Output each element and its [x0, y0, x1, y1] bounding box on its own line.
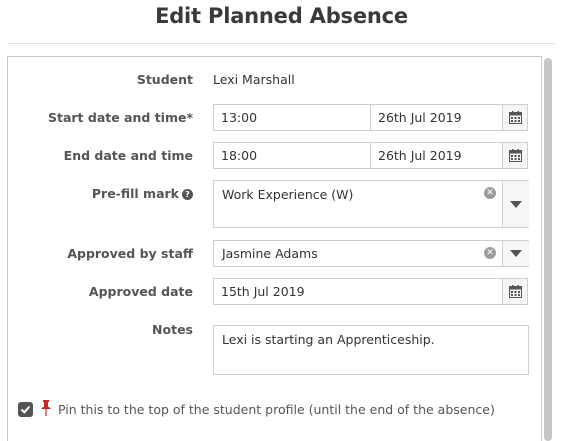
approved-by-select[interactable]: Jasmine Adams ✕	[213, 240, 529, 267]
prefill-mark-label: Pre-fill mark?	[7, 186, 193, 201]
notes-label: Notes	[152, 322, 193, 337]
caret-down-icon	[510, 200, 522, 208]
calendar-icon	[508, 111, 522, 124]
pin-label[interactable]: Pin this to the top of the student profi…	[58, 402, 495, 417]
prefill-mark-select[interactable]: Work Experience (W) ✕	[213, 180, 529, 228]
thumbtack-icon	[41, 400, 51, 416]
approved-date-input[interactable]: 15th Jul 2019	[213, 278, 503, 305]
question-circle-icon[interactable]: ?	[182, 189, 193, 200]
approved-date-calendar-button[interactable]	[502, 278, 528, 305]
notes-textarea[interactable]: Lexi is starting an Apprenticeship.	[213, 325, 529, 375]
prefill-mark-dropdown-button[interactable]	[502, 181, 529, 227]
title-divider	[7, 43, 555, 44]
prefill-mark-label-text: Pre-fill mark	[91, 186, 179, 201]
times-circle-icon[interactable]: ✕	[484, 247, 496, 259]
start-date-calendar-button[interactable]	[502, 104, 528, 131]
student-label: Student	[136, 72, 193, 87]
pin-checkbox[interactable]	[18, 402, 33, 417]
approved-by-label: Approved by staff	[67, 246, 193, 261]
prefill-mark-value: Work Experience (W)	[222, 187, 354, 202]
page-title: Edit Planned Absence	[155, 4, 408, 28]
calendar-icon	[508, 285, 522, 298]
caret-down-icon	[510, 250, 522, 257]
start-time-input[interactable]: 13:00	[213, 104, 371, 131]
approved-date-label: Approved date	[88, 284, 193, 299]
end-date-calendar-button[interactable]	[502, 142, 528, 169]
start-date-input[interactable]: 26th Jul 2019	[370, 104, 503, 131]
approved-by-value: Jasmine Adams	[222, 246, 318, 261]
end-time-input[interactable]: 18:00	[213, 142, 371, 169]
end-datetime-label: End date and time	[63, 148, 193, 163]
times-circle-icon[interactable]: ✕	[484, 187, 496, 199]
start-datetime-label: Start date and time*	[47, 110, 193, 125]
student-name: Lexi Marshall	[213, 72, 295, 87]
end-date-input[interactable]: 26th Jul 2019	[370, 142, 503, 169]
scrollbar-thumb[interactable]	[544, 58, 552, 441]
check-icon	[20, 405, 31, 414]
calendar-icon	[508, 149, 522, 162]
approved-by-dropdown-button[interactable]	[502, 241, 529, 266]
